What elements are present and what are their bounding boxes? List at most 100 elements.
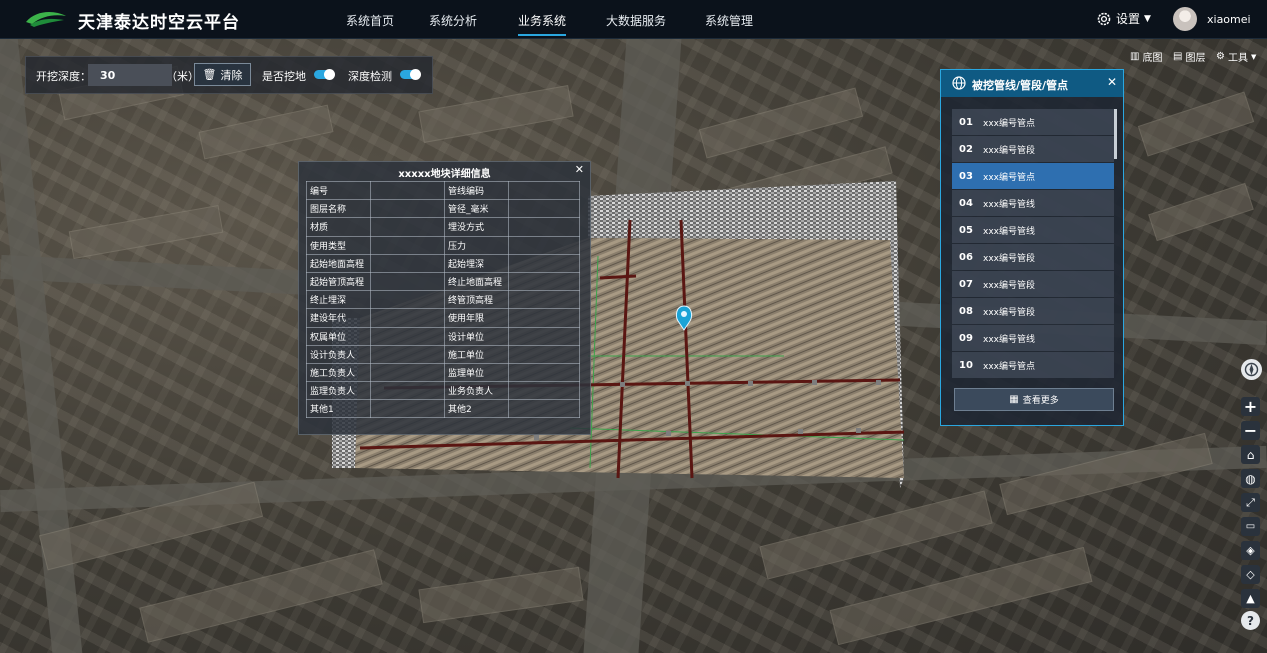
clear-label: 清除	[220, 68, 243, 82]
map-building	[418, 85, 574, 143]
field-label: 其他1	[306, 399, 371, 419]
depth-label: 开挖深度：	[36, 70, 91, 83]
info-table: 编号 管线编码 图层名称 管径_毫米 材质 埋没方式 使用类型 压力 起始地面高程 起始埋深 起始管…	[306, 180, 580, 419]
field-label: 监理单位	[444, 362, 509, 383]
table-row: 起始地面高程 起始埋深	[306, 253, 580, 273]
home-icon[interactable]: ⌂	[1241, 445, 1260, 464]
nav-business[interactable]: 业务系统	[518, 12, 567, 36]
field-value	[508, 381, 580, 401]
settings-label: 设置	[1116, 12, 1141, 26]
view-more-label: 查看更多	[1022, 396, 1059, 406]
field-label: 编号	[306, 180, 371, 201]
dig-toggle[interactable]	[314, 69, 335, 80]
depth-check-toggle[interactable]	[400, 69, 421, 80]
nav-admin[interactable]: 系统管理	[705, 12, 753, 29]
field-label: 业务负责人	[444, 381, 509, 401]
field-value	[508, 308, 580, 328]
nav-home[interactable]: 系统首页	[346, 12, 394, 29]
depth-input[interactable]	[88, 64, 172, 86]
pit-back-wall	[588, 181, 896, 240]
field-value	[370, 217, 445, 237]
list-item[interactable]: 09 xxx编号管线	[952, 325, 1114, 351]
field-label: 施工单位	[444, 344, 509, 364]
zoom-out-icon[interactable]: −	[1241, 421, 1260, 440]
list-item[interactable]: 03 xxx编号管点	[952, 163, 1114, 189]
list-item[interactable]: 04 xxx编号管线	[952, 190, 1114, 216]
field-label: 终管顶高程	[444, 290, 509, 310]
item-number: 04	[959, 197, 973, 209]
nav-bigdata[interactable]: 大数据服务	[606, 12, 666, 29]
table-row: 使用类型 压力	[306, 235, 580, 255]
compass-icon[interactable]	[1241, 359, 1262, 380]
field-value	[508, 326, 580, 346]
item-label: xxx编号管线	[983, 199, 1035, 210]
field-value	[370, 235, 445, 255]
field-value	[370, 271, 445, 292]
layers-label: 图层	[1185, 53, 1206, 64]
item-label: xxx编号管段	[983, 253, 1035, 264]
map-building	[829, 546, 1093, 646]
map-building	[418, 566, 584, 624]
list-item[interactable]: 10 xxx编号管点	[952, 352, 1114, 378]
item-label: xxx编号管点	[983, 172, 1035, 183]
field-label: 终止地面高程	[444, 271, 509, 292]
field-label: 设计负责人	[306, 344, 371, 364]
table-row: 权属单位 设计单位	[306, 326, 580, 346]
list-item[interactable]: 07 xxx编号管段	[952, 271, 1114, 297]
table-row: 建设年代 使用年限	[306, 308, 580, 328]
settings-menu[interactable]: 设置 ▼	[1096, 10, 1151, 27]
globe-icon[interactable]: ◍	[1241, 469, 1260, 488]
list-item[interactable]: 01 xxx编号管点	[952, 109, 1114, 135]
vr-icon[interactable]: ▭	[1241, 517, 1260, 536]
avatar[interactable]	[1173, 7, 1197, 31]
field-value	[508, 253, 580, 273]
list-item[interactable]: 06 xxx编号管段	[952, 244, 1114, 270]
map-icon: ▥	[1130, 51, 1140, 62]
field-label: 管线编码	[444, 180, 509, 201]
layers-button[interactable]: ▤ 图层	[1173, 49, 1205, 64]
table-row: 监理负责人 业务负责人	[306, 381, 580, 401]
field-label: 监理负责人	[306, 381, 371, 401]
list-item[interactable]: 08 xxx编号管段	[952, 298, 1114, 324]
close-icon[interactable]: ✕	[1107, 75, 1117, 89]
layers-down-icon[interactable]: ◇	[1241, 565, 1260, 584]
table-row: 终止埋深 终管顶高程	[306, 290, 580, 310]
field-label: 压力	[444, 235, 509, 255]
help-icon[interactable]: ?	[1241, 611, 1260, 630]
basemap-button[interactable]: ▥ 底图	[1130, 49, 1162, 64]
item-number: 10	[959, 359, 973, 371]
field-value	[370, 362, 445, 383]
table-row: 其他1 其他2	[306, 399, 580, 419]
zoom-in-icon[interactable]: +	[1241, 397, 1260, 416]
list-item[interactable]: 05 xxx编号管线	[952, 217, 1114, 243]
caret-down-icon: ▼	[1144, 13, 1151, 24]
scrollbar[interactable]	[1114, 109, 1117, 159]
item-label: xxx编号管线	[983, 334, 1035, 345]
tools-button[interactable]: ⚙ 工具 ▼	[1216, 49, 1256, 64]
nav-analysis[interactable]: 系统分析	[429, 12, 477, 29]
field-label: 图层名称	[306, 199, 371, 219]
close-icon[interactable]: ✕	[575, 163, 584, 176]
field-label: 管径_毫米	[444, 199, 509, 219]
item-number: 03	[959, 170, 973, 182]
layers-up-icon[interactable]: ◈	[1241, 541, 1260, 560]
field-label: 设计单位	[444, 326, 509, 346]
trash-icon: 🗑	[202, 68, 217, 81]
parcel-info-panel: xxxxx地块详细信息 ✕ 编号 管线编码 图层名称 管径_毫米 材质 埋没方式 使用类型 压…	[298, 161, 591, 435]
field-value	[370, 381, 445, 401]
top-header: 天津泰达时空云平台 系统首页 系统分析 业务系统 大数据服务 系统管理 设置 ▼…	[0, 0, 1267, 39]
basemap-label: 底图	[1142, 53, 1163, 64]
username[interactable]: xiaomei	[1207, 13, 1251, 26]
excavation-toolbar: 开挖深度： （米） 🗑 清除 是否挖地 深度检测	[25, 56, 433, 94]
field-value	[370, 399, 445, 419]
table-row: 设计负责人 施工单位	[306, 344, 580, 364]
table-row: 施工负责人 监理单位	[306, 362, 580, 383]
fullscreen-icon[interactable]: ⤢	[1241, 493, 1260, 512]
field-value	[370, 308, 445, 328]
terrain-icon[interactable]: ▲	[1241, 589, 1260, 608]
view-more-button[interactable]: ▦ 查看更多	[954, 388, 1114, 411]
field-label: 埋没方式	[444, 217, 509, 237]
clear-button[interactable]: 🗑 清除	[194, 63, 251, 86]
field-label: 起始管顶高程	[306, 271, 371, 292]
list-item[interactable]: 02 xxx编号管段	[952, 136, 1114, 162]
